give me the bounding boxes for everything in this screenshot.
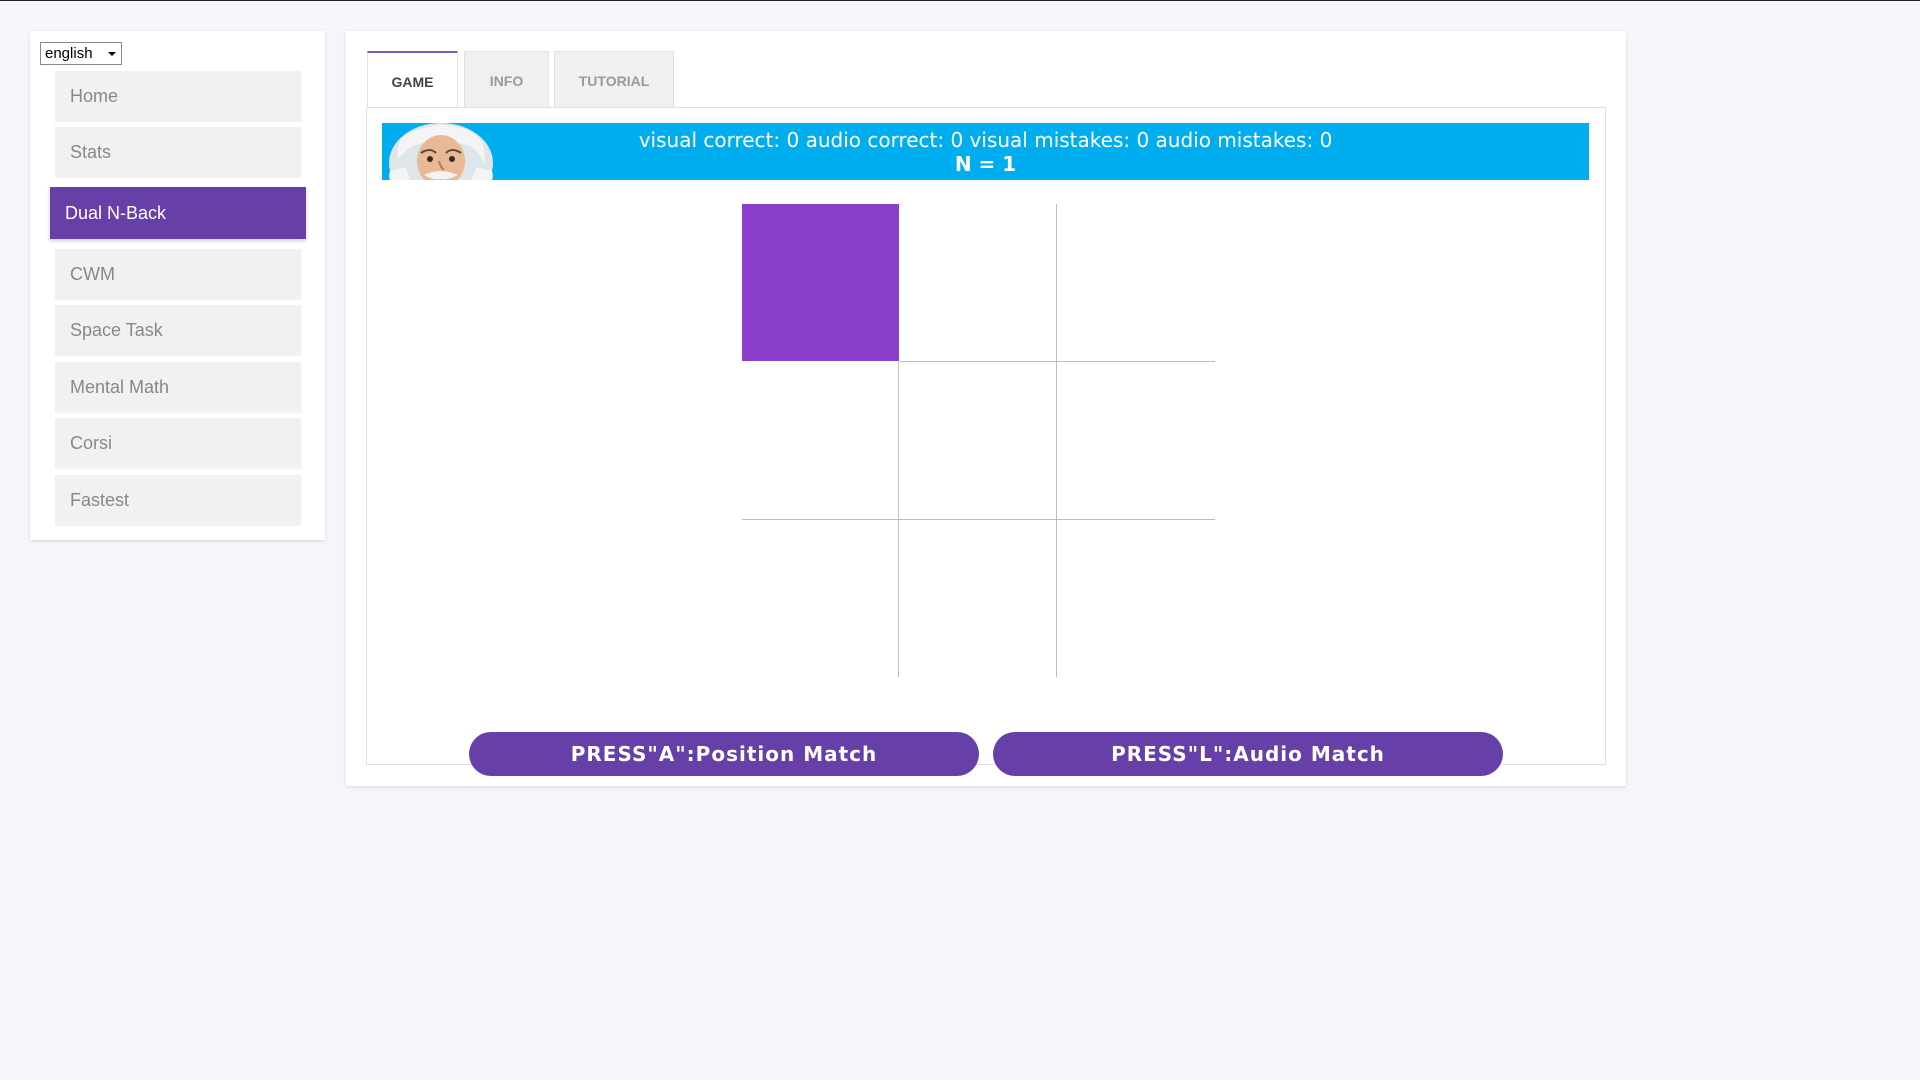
sidebar-item-label: Fastest <box>70 490 130 510</box>
grid-cell-active <box>742 204 899 361</box>
sidebar-item-label: Mental Math <box>70 377 170 397</box>
main-panel: GAME INFO TUTORIAL visual correct: 0 aud… <box>346 31 1626 786</box>
einstein-avatar <box>389 123 493 180</box>
score-bar: visual correct: 0 audio correct: 0 visua… <box>382 123 1589 180</box>
grid-line <box>1056 204 1057 677</box>
sidebar-item-cwm[interactable]: CWM <box>55 249 301 299</box>
position-grid <box>742 204 1215 677</box>
sidebar-item-label: Corsi <box>70 433 113 453</box>
score-text: visual correct: 0 audio correct: 0 visua… <box>638 128 1333 152</box>
sidebar-item-fastest[interactable]: Fastest <box>55 475 301 525</box>
sidebar-item-label: CWM <box>70 264 115 284</box>
sidebar-item-label: Space Task <box>70 320 163 340</box>
grid-line <box>899 361 1215 362</box>
sidebar-item-stats[interactable]: Stats <box>55 127 301 177</box>
sidebar-item-label: Home <box>70 86 119 106</box>
grid-line <box>742 519 1215 520</box>
n-level: N = 1 <box>954 152 1017 176</box>
tab-label: TUTORIAL <box>578 73 650 89</box>
sidebar-item-mental-math[interactable]: Mental Math <box>55 362 301 412</box>
sidebar-item-label: Stats <box>70 142 112 162</box>
tab-game[interactable]: GAME <box>367 51 458 107</box>
language-select-value: english <box>45 45 93 62</box>
position-match-button[interactable]: PRESS"A":Position Match <box>469 732 979 776</box>
chevron-down-icon <box>108 52 116 56</box>
sidebar-item-dual-n-back[interactable]: Dual N-Back <box>50 187 306 239</box>
tab-tutorial[interactable]: TUTORIAL <box>554 51 674 107</box>
sidebar-item-space-task[interactable]: Space Task <box>55 305 301 355</box>
tab-label: INFO <box>489 73 524 89</box>
language-select[interactable]: english <box>40 42 122 65</box>
sidebar-item-home[interactable]: Home <box>55 71 301 121</box>
sidebar: english Home Stats Dual N-Back CWM Space… <box>30 31 325 540</box>
tab-info[interactable]: INFO <box>464 51 549 107</box>
game-area: visual correct: 0 audio correct: 0 visua… <box>366 107 1606 776</box>
sidebar-item-label: Dual N-Back <box>65 203 167 223</box>
audio-match-button[interactable]: PRESS"L":Audio Match <box>993 732 1503 776</box>
top-border <box>0 0 1920 1</box>
tab-label: GAME <box>391 74 434 90</box>
sidebar-item-corsi[interactable]: Corsi <box>55 418 301 468</box>
